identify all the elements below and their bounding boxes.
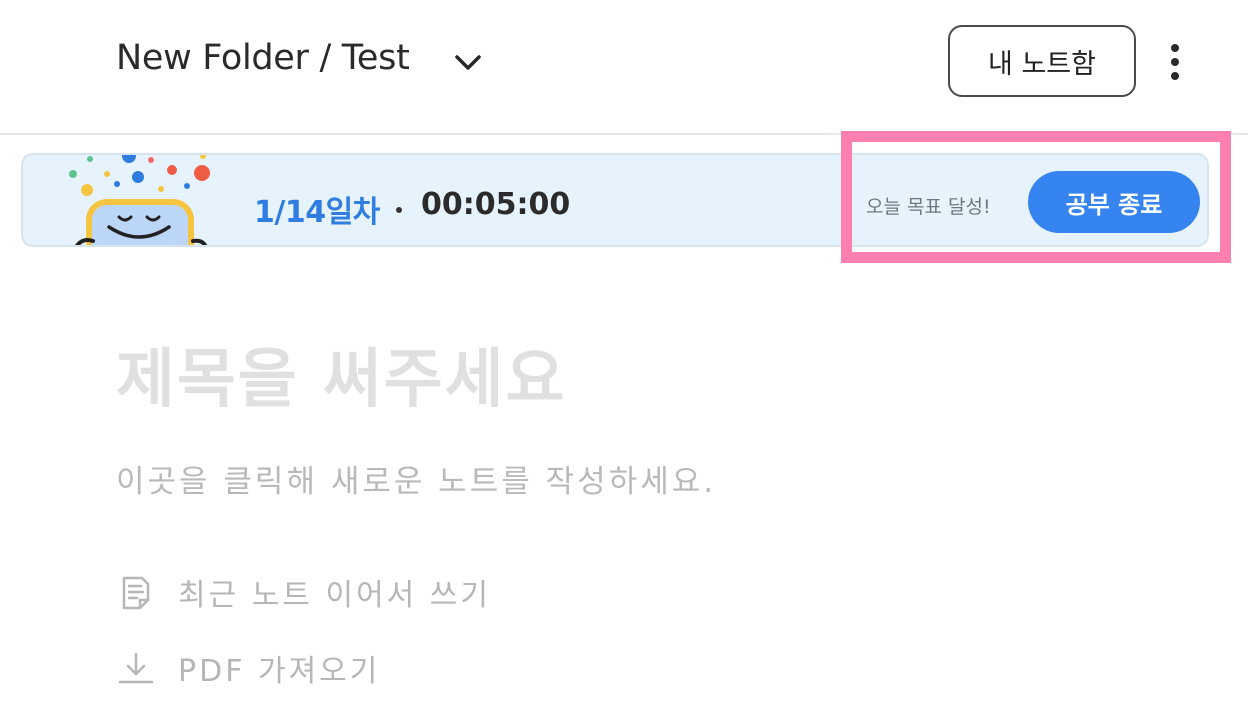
action-label: 최근 노트 이어서 쓰기 — [178, 578, 492, 613]
note-title-placeholder[interactable]: 제목을 써주세요 — [116, 328, 566, 420]
note-body-placeholder[interactable]: 이곳을 클릭해 새로운 노트를 작성하세요. — [116, 456, 716, 501]
import-pdf-action[interactable]: PDF 가져오기 — [116, 646, 380, 690]
my-notebox-button[interactable]: 내 노트함 — [948, 25, 1136, 97]
download-icon — [118, 652, 154, 684]
study-session-banner: 1/14일차 00:05:00 오늘 목표 달성! 공부 종료 — [21, 153, 1209, 247]
note-icon — [122, 576, 150, 610]
end-study-button[interactable]: 공부 종료 — [1028, 171, 1200, 233]
more-vertical-icon[interactable] — [1160, 40, 1190, 84]
chevron-down-icon[interactable] — [450, 44, 486, 80]
study-timer: 00:05:00 — [421, 187, 571, 222]
breadcrumb[interactable]: New Folder / Test — [116, 38, 410, 78]
top-bar: New Folder / Test 내 노트함 — [0, 0, 1248, 135]
goal-achieved-text: 오늘 목표 달성! — [866, 196, 991, 218]
mascot-illustration — [69, 155, 210, 245]
separator-dot — [396, 207, 402, 213]
study-day-counter: 1/14일차 — [254, 195, 380, 230]
continue-recent-note-action[interactable]: 최근 노트 이어서 쓰기 — [116, 570, 491, 614]
action-label: PDF 가져오기 — [178, 654, 381, 689]
